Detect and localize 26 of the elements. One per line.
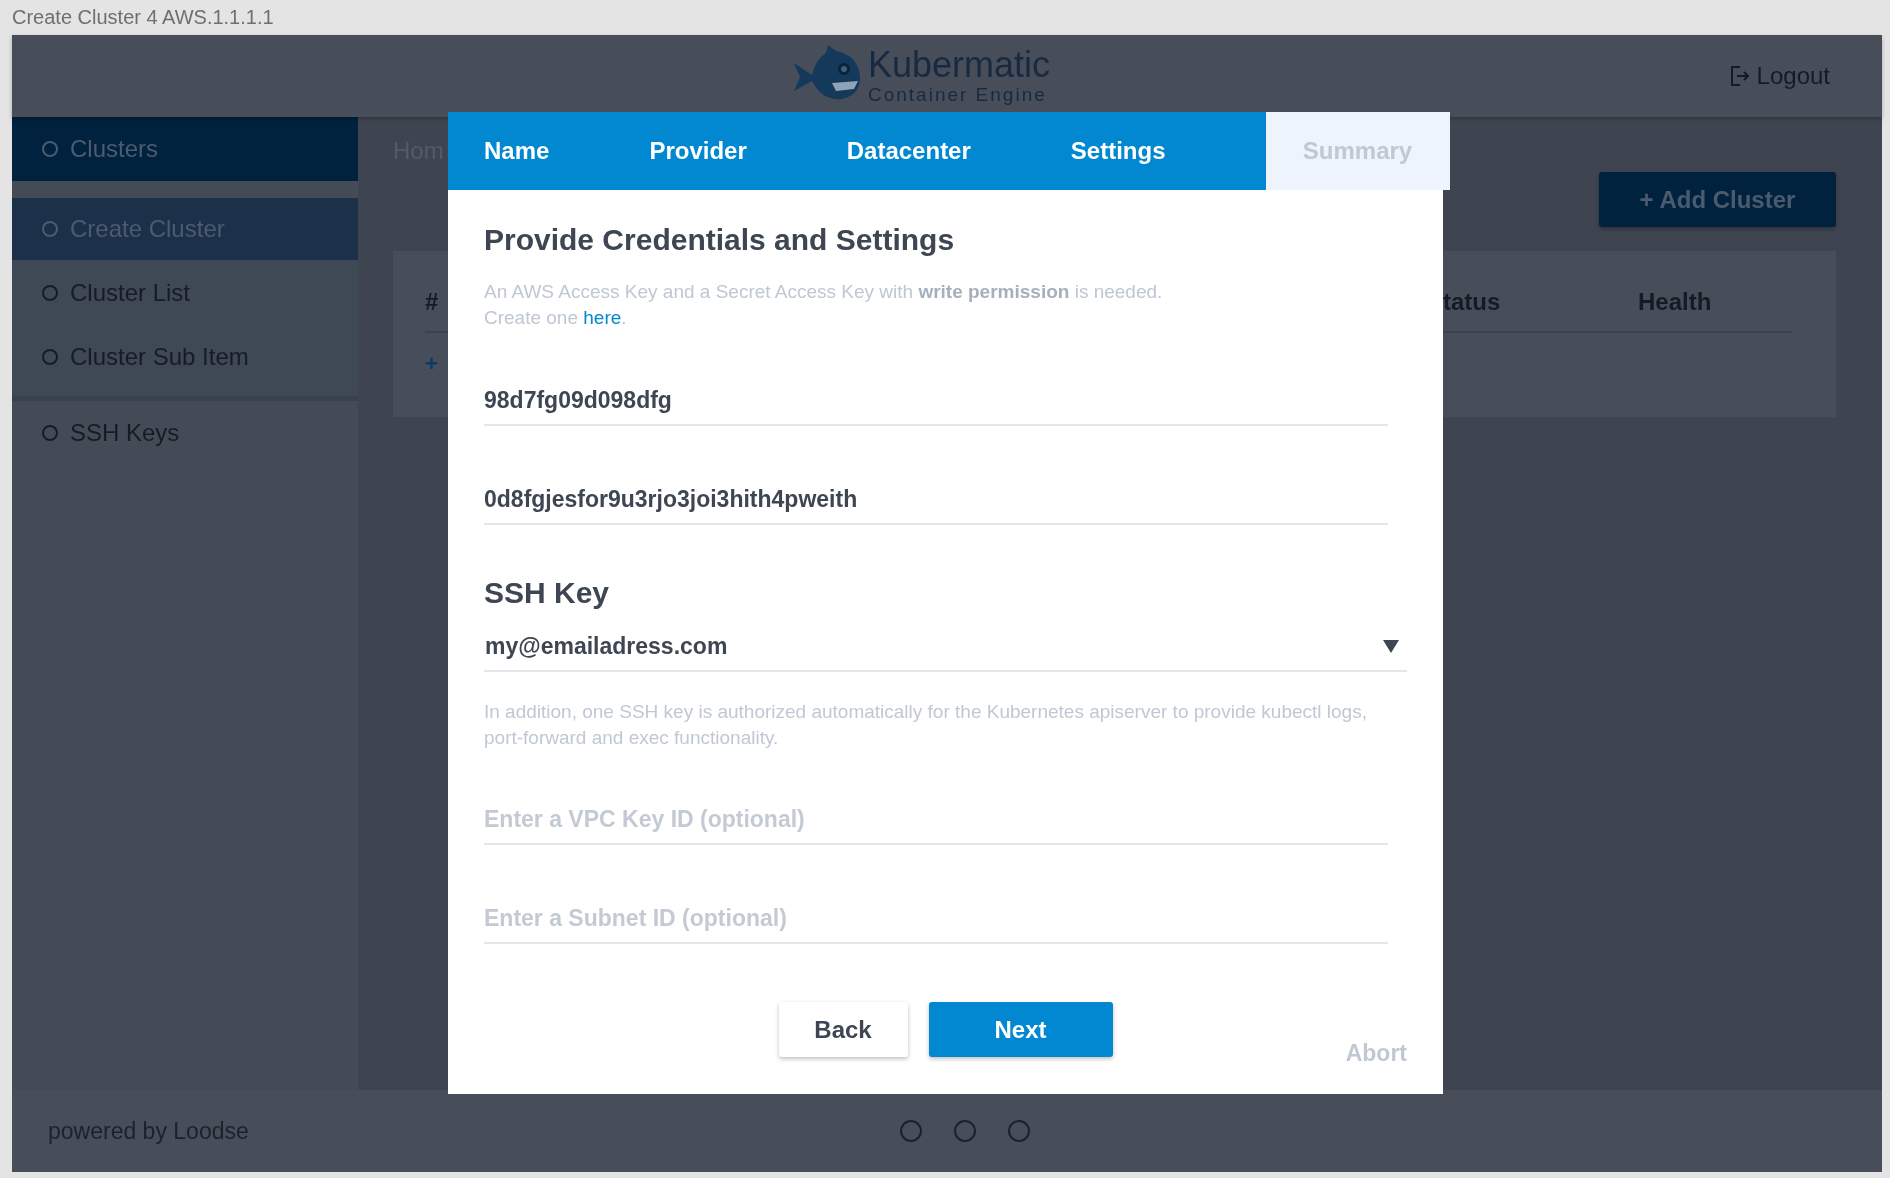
dialog-heading: Provide Credentials and Settings — [484, 222, 956, 258]
column-header: # — [425, 288, 439, 316]
wizard-tab[interactable]: Settings — [1070, 112, 1266, 190]
ssh-key-select[interactable]: my@emailadress.com — [484, 622, 1407, 672]
window-title: Create Cluster 4 AWS.1.1.1.1 — [12, 6, 274, 29]
pager-dot[interactable] — [900, 1120, 922, 1142]
circle-icon — [42, 285, 58, 301]
logout-icon — [1730, 66, 1749, 86]
back-button[interactable]: Back — [778, 1002, 908, 1057]
wizard-tab[interactable]: Provider — [649, 112, 847, 190]
circle-icon — [42, 349, 58, 365]
wizard-tab[interactable]: Datacenter — [846, 112, 1071, 190]
wizard-tab[interactable]: Name — [484, 112, 650, 190]
circle-icon — [42, 425, 58, 441]
add-cluster-button[interactable]: + Add Cluster — [1599, 172, 1836, 227]
next-button[interactable]: Next — [928, 1002, 1113, 1057]
pager-dot[interactable] — [1008, 1120, 1030, 1142]
hint-text: In addition, one SSH key is authorized automatically for the Kubernetes apiserver to provide kubectl logs, port-forward and exec functionality. — [484, 700, 1368, 750]
description-text: An AWS Access Key and a Secret Access Key with write permission is needed. Create one here. — [484, 280, 1164, 330]
here-link[interactable]: here — [583, 307, 622, 328]
sidebar-item[interactable]: Clusters — [12, 117, 358, 181]
circle-icon — [42, 221, 58, 237]
pager-dot[interactable] — [954, 1120, 976, 1142]
section-heading: SSH Key — [484, 575, 611, 611]
circle-icon — [42, 141, 58, 157]
dropdown-arrow-icon — [1383, 639, 1399, 653]
